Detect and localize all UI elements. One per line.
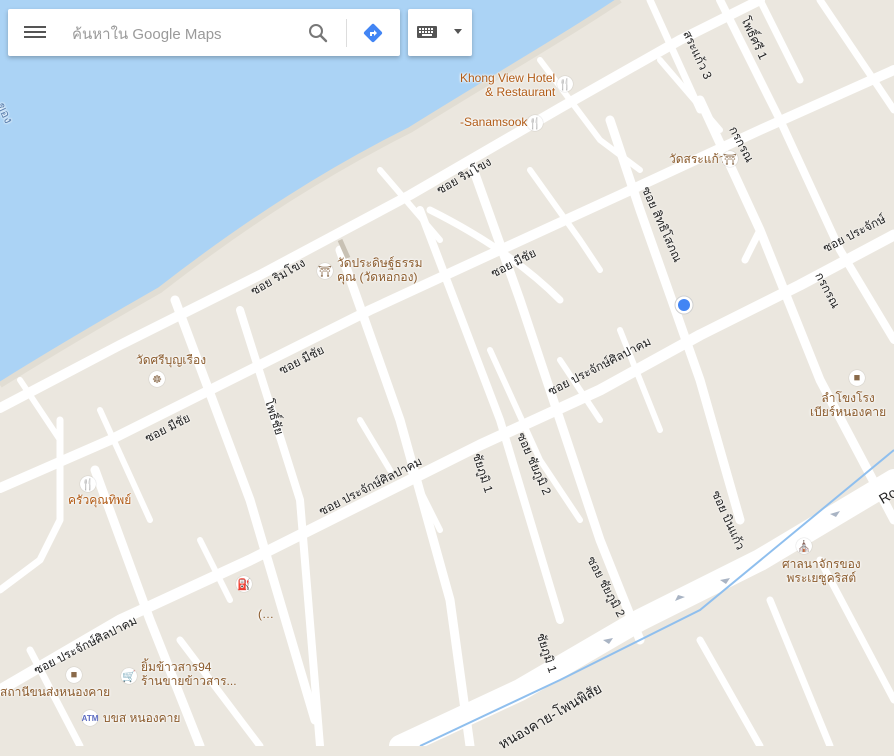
input-tools-box (408, 9, 472, 56)
poi-label-sanamsook[interactable]: -Sanamsook (460, 115, 527, 129)
shopping-cart-icon[interactable]: 🛒 (121, 668, 137, 684)
poi-label-atm[interactable]: บขส หนองคาย (103, 711, 180, 725)
dharma-wheel-icon[interactable]: ☸ (149, 371, 165, 387)
search-input[interactable] (70, 21, 294, 47)
poi-label-khrua-khun[interactable]: ครัวคุณทิพย์ (68, 493, 131, 507)
atm-icon[interactable]: ATM (82, 710, 98, 726)
keyboard-icon[interactable] (416, 23, 438, 41)
place-icon[interactable]: ■ (66, 667, 82, 683)
poi-label-gas[interactable]: (… (258, 607, 274, 621)
directions-icon[interactable] (362, 22, 384, 44)
poi-label-wat-sa-kaeo[interactable]: วัดสระแก้ว (669, 152, 725, 166)
search-box (8, 9, 400, 56)
map-canvas[interactable] (0, 0, 894, 746)
place-icon[interactable]: ■ (849, 370, 865, 386)
search-icon[interactable] (306, 21, 330, 45)
temple-icon[interactable]: ⛩ (317, 263, 333, 279)
poi-label-yim[interactable]: ยิ้มข้าวสาร94 ร้านขายข้าวสาร... (141, 660, 237, 688)
poi-label-lam-khong[interactable]: ลำโขงโรง เบียร์หนองคาย (810, 391, 886, 419)
restaurant-icon[interactable]: 🍴 (557, 76, 573, 92)
poi-label-wat-si-bun[interactable]: วัดศรีบุญเรือง (136, 353, 206, 367)
restaurant-icon[interactable]: 🍴 (80, 476, 96, 492)
poi-label-wat-prathit[interactable]: วัดประดิษฐ์ธรรม คุณ (วัดหอกอง) (337, 256, 423, 284)
menu-icon[interactable] (24, 23, 46, 43)
poi-label-bus-station[interactable]: สถานีขนส่งหนองคาย (0, 685, 110, 699)
restaurant-icon[interactable]: 🍴 (527, 115, 543, 131)
search-divider (346, 19, 347, 47)
my-location-dot (678, 299, 690, 311)
gas-station-icon[interactable]: ⛽ (236, 576, 252, 592)
church-icon[interactable]: ⛪ (796, 538, 812, 554)
poi-label-khong-view[interactable]: Khong View Hotel & Restaurant (460, 71, 555, 99)
temple-icon[interactable]: ⛩ (722, 151, 738, 167)
poi-label-san-chao[interactable]: ศาลนาจักรของ พระเยซูคริสต์ (782, 557, 861, 585)
chevron-down-icon[interactable] (454, 29, 462, 34)
